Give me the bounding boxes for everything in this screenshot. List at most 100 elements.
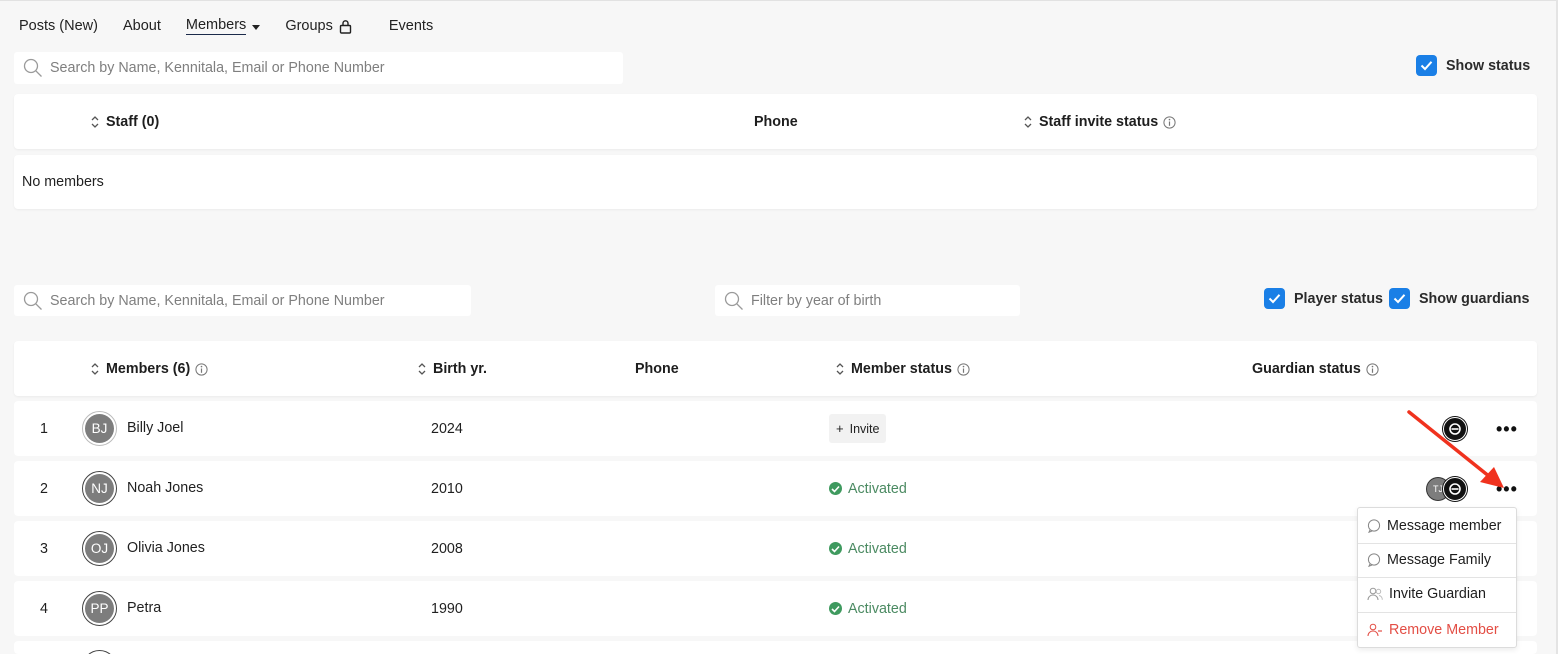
nav-groups-label: Groups (285, 18, 333, 34)
menu-label: Message Family (1387, 552, 1492, 568)
guardian-status-column-label: Guardian status (1252, 361, 1361, 377)
nav-posts[interactable]: Posts (New) (19, 18, 98, 34)
row-number: 4 (40, 600, 48, 617)
status-label: Activated (848, 480, 907, 497)
members-count: (6) (172, 361, 191, 377)
sort-icon (1024, 115, 1032, 129)
member-status: Activated (829, 581, 907, 636)
menu-message-family[interactable]: Message Family (1358, 543, 1516, 577)
menu-invite-guardian[interactable]: Invite Guardian (1358, 577, 1516, 611)
caret-down-icon (252, 25, 261, 30)
member-name[interactable]: Billy Joel (127, 400, 183, 455)
staff-search-input[interactable] (50, 60, 623, 76)
birth-year-column-header[interactable]: Birth yr. (418, 361, 487, 377)
users-icon (1367, 587, 1383, 601)
members-column-label: Members (106, 361, 169, 377)
staff-invite-status-label: Staff invite status (1039, 114, 1159, 130)
birth-year: 2010 (431, 480, 463, 497)
status-label: Activated (848, 540, 907, 557)
staff-column-header[interactable]: Staff (0) (91, 114, 159, 130)
member-status: Activated (829, 521, 907, 576)
show-status-checkbox[interactable]: Show status (1416, 55, 1530, 76)
check-circle-icon (829, 482, 842, 495)
birth-year-column-label: Birth yr. (433, 361, 488, 377)
phone-column-header: Phone (635, 361, 679, 377)
member-status-column-label: Member status (851, 361, 952, 377)
member-name[interactable]: Noah Jones (127, 460, 203, 515)
year-filter-input[interactable] (751, 292, 1020, 309)
player-status-checkbox[interactable]: Player status (1264, 288, 1383, 309)
avatar (82, 650, 117, 654)
show-guardians-label: Show guardians (1419, 290, 1530, 307)
menu-remove-member[interactable]: Remove Member (1358, 613, 1516, 647)
table-row[interactable]: 2 NJ Noah Jones 2010 Activated TJ ••• (14, 461, 1537, 516)
birth-year: 1990 (431, 600, 463, 617)
avatar-initials: NJ (85, 474, 114, 503)
empty-message: No members (22, 174, 104, 190)
member-search-input[interactable] (50, 292, 471, 309)
nav-groups[interactable]: Groups (285, 18, 352, 34)
menu-label: Remove Member (1389, 622, 1499, 638)
table-row[interactable]: 4 PP Petra 1990 Activated (14, 581, 1537, 636)
player-status-label: Player status (1294, 290, 1384, 307)
invite-label: Invite (849, 421, 880, 436)
nav-members-label: Members (185, 17, 247, 35)
members-column-header[interactable]: Members (6) (91, 361, 208, 377)
phone-column-label: Phone (635, 361, 679, 377)
row-number: 1 (40, 420, 48, 437)
chat-bubble-icon (1367, 519, 1381, 533)
member-status: Activated (829, 461, 907, 516)
sort-icon (836, 362, 844, 376)
info-icon[interactable] (195, 362, 208, 376)
avatar-initials: PP (85, 594, 114, 623)
year-filter[interactable] (715, 285, 1020, 316)
avatar: BJ (82, 401, 117, 456)
info-icon[interactable] (957, 362, 970, 376)
sort-icon (418, 362, 426, 376)
checkbox-checked-icon (1416, 55, 1437, 76)
member-status: + Invite (829, 401, 887, 456)
nav-events[interactable]: Events (389, 18, 433, 34)
plus-icon: + (836, 421, 844, 436)
phone-column-header: Phone (754, 114, 798, 130)
top-border (0, 0, 1558, 1)
table-row[interactable] (14, 641, 1537, 654)
annotation-arrow-icon (1407, 410, 1504, 488)
search-icon (23, 291, 42, 310)
birth-year: 2024 (431, 420, 463, 437)
members-table-header: Members (6) Birth yr. Phone Member statu… (14, 341, 1537, 396)
member-status-column-header[interactable]: Member status (836, 361, 970, 377)
search-icon (23, 58, 42, 77)
show-guardians-checkbox[interactable]: Show guardians (1389, 288, 1529, 309)
check-circle-icon (829, 602, 842, 615)
menu-message-member[interactable]: Message member (1358, 509, 1516, 543)
info-icon[interactable] (1366, 362, 1379, 376)
status-label: Activated (848, 600, 907, 617)
member-search[interactable] (14, 285, 471, 316)
member-name[interactable]: Olivia Jones (127, 520, 205, 575)
chat-bubble-icon (1367, 553, 1381, 567)
guardian-status-column-header: Guardian status (1252, 361, 1379, 377)
member-name[interactable]: Petra (127, 580, 161, 635)
invite-button[interactable]: + Invite (829, 414, 887, 443)
avatar: OJ (82, 521, 117, 576)
staff-search[interactable] (14, 52, 623, 84)
staff-empty-row: No members (14, 155, 1537, 209)
nav-about[interactable]: About (123, 18, 161, 34)
row-actions-menu: Message member Message Family Invite Gua… (1357, 507, 1517, 648)
phone-column-label: Phone (754, 114, 798, 130)
check-circle-icon (829, 542, 842, 555)
nav-about-label: About (122, 18, 161, 34)
avatar-initials: OJ (85, 534, 114, 563)
staff-column-label: Staff (106, 114, 138, 130)
staff-table-header: Staff (0) Phone Staff invite status (14, 94, 1537, 149)
staff-invite-status-header[interactable]: Staff invite status (1024, 114, 1176, 130)
nav-posts-label: Posts (New) (19, 18, 98, 34)
avatar-initials: BJ (85, 414, 114, 443)
info-icon[interactable] (1163, 115, 1176, 129)
staff-count: (0) (141, 114, 160, 130)
table-row[interactable]: 1 BJ Billy Joel 2024 + Invite ••• (14, 401, 1537, 456)
table-row[interactable]: 3 OJ Olivia Jones 2008 Activated (14, 521, 1537, 576)
nav-members[interactable]: Members (185, 17, 261, 35)
birth-year: 2008 (431, 540, 463, 557)
